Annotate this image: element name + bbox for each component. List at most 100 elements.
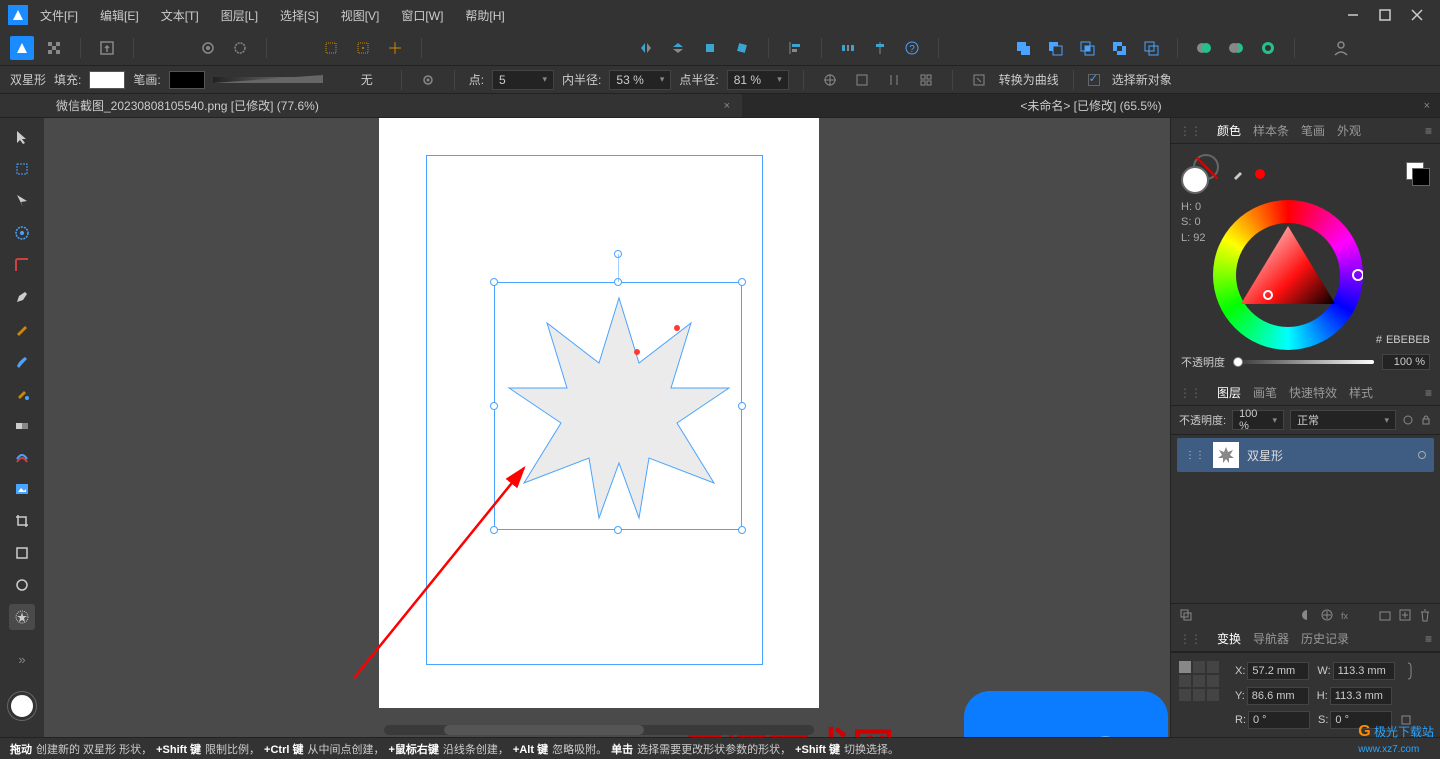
default-colors-icon[interactable] xyxy=(1406,162,1430,186)
selection-handle[interactable] xyxy=(490,278,498,286)
menu-help[interactable]: 帮助[H] xyxy=(465,7,504,24)
minimize-button[interactable] xyxy=(1346,8,1360,22)
fill-tool-icon[interactable] xyxy=(9,380,35,406)
insert-behind-icon[interactable] xyxy=(1224,36,1248,60)
panel-menu-icon[interactable]: ≡ xyxy=(1425,632,1432,646)
rotate-ccw-icon[interactable] xyxy=(698,36,722,60)
canvas[interactable]: 电脑技术网 www.tagxp.com TAG xyxy=(44,118,1170,737)
maximize-button[interactable] xyxy=(1378,8,1392,22)
shape-control-point[interactable] xyxy=(634,349,640,355)
crop-tool-icon[interactable] xyxy=(9,508,35,534)
layer-clip-icon[interactable] xyxy=(1179,608,1193,622)
stroke-width-slider[interactable]: 无 xyxy=(213,77,323,83)
delete-layer-icon[interactable] xyxy=(1418,608,1432,622)
menu-select[interactable]: 选择[S] xyxy=(280,7,319,24)
pen-tool-icon[interactable] xyxy=(9,284,35,310)
snap-grid-icon[interactable] xyxy=(351,36,375,60)
points-dropdown[interactable]: 5▾ xyxy=(492,70,554,90)
tab-transform[interactable]: 变换 xyxy=(1217,630,1241,647)
horizontal-scrollbar[interactable] xyxy=(384,725,814,735)
menu-text[interactable]: 文本[T] xyxy=(161,7,199,24)
mask-icon[interactable] xyxy=(1300,608,1314,622)
tab-swatches[interactable]: 样本条 xyxy=(1253,122,1289,139)
add-layer-icon[interactable] xyxy=(1398,608,1412,622)
tab-brushes[interactable]: 画笔 xyxy=(1253,384,1277,401)
contour-tool-icon[interactable] xyxy=(9,220,35,246)
move-tool-icon[interactable] xyxy=(9,124,35,150)
preferences-icon[interactable] xyxy=(196,36,220,60)
fill-stroke-selector[interactable] xyxy=(1181,154,1221,194)
opacity-value[interactable]: 100 % xyxy=(1382,354,1430,370)
menu-layer[interactable]: 图层[L] xyxy=(221,7,258,24)
boolean-add-icon[interactable] xyxy=(1011,36,1035,60)
distribute-h-icon[interactable] xyxy=(836,36,860,60)
menu-view[interactable]: 视图[V] xyxy=(341,7,380,24)
panel-drag-handle-icon[interactable]: ⋮⋮ xyxy=(1179,386,1201,400)
select-new-checkbox[interactable] xyxy=(1088,74,1100,86)
boolean-xor-icon[interactable] xyxy=(1107,36,1131,60)
tab-color[interactable]: 颜色 xyxy=(1217,122,1241,139)
anchor-point-selector[interactable] xyxy=(1179,661,1219,701)
panel-drag-handle-icon[interactable]: ⋮⋮ xyxy=(1179,124,1201,138)
tab-stroke[interactable]: 笔画 xyxy=(1301,122,1325,139)
close-button[interactable] xyxy=(1410,8,1424,22)
fx-icon[interactable]: fx xyxy=(1340,608,1354,622)
snap-pixels-icon[interactable] xyxy=(319,36,343,60)
star-tool-icon[interactable] xyxy=(9,604,35,630)
flip-horizontal-icon[interactable] xyxy=(634,36,658,60)
layer-opacity-dropdown[interactable]: 100 %▾ xyxy=(1232,410,1284,430)
color-wheel[interactable] xyxy=(1213,200,1363,350)
fill-swatch[interactable] xyxy=(89,71,125,89)
rectangle-tool-icon[interactable] xyxy=(9,540,35,566)
panel-menu-icon[interactable]: ≡ xyxy=(1425,124,1432,138)
expand-tools-icon[interactable]: » xyxy=(9,646,35,672)
artboard-tool-icon[interactable] xyxy=(9,156,35,182)
boolean-intersect-icon[interactable] xyxy=(1075,36,1099,60)
align-options-icon[interactable]: ? xyxy=(900,36,924,60)
menu-window[interactable]: 窗口[W] xyxy=(401,7,443,24)
snap-bounds-icon[interactable] xyxy=(850,68,874,92)
boolean-divide-icon[interactable] xyxy=(1139,36,1163,60)
shape-control-point[interactable] xyxy=(674,325,680,331)
panel-drag-handle-icon[interactable]: ⋮⋮ xyxy=(1179,632,1201,646)
opacity-slider[interactable] xyxy=(1233,360,1374,364)
ellipse-tool-icon[interactable] xyxy=(9,572,35,598)
tab-styles[interactable]: 样式 xyxy=(1349,384,1373,401)
selection-handle[interactable] xyxy=(738,402,746,410)
inner-radius-dropdown[interactable]: 53 %▾ xyxy=(609,70,671,90)
selection-handle[interactable] xyxy=(490,402,498,410)
align-left-icon[interactable] xyxy=(783,36,807,60)
transform-y-input[interactable] xyxy=(1247,687,1309,705)
corner-tool-icon[interactable] xyxy=(9,252,35,278)
smudge-tool-icon[interactable] xyxy=(9,444,35,470)
tab-appearance[interactable]: 外观 xyxy=(1337,122,1361,139)
document-tab-2[interactable]: <未命名> [已修改] (65.5%) × xyxy=(742,94,1440,117)
stroke-swatch[interactable] xyxy=(169,71,205,89)
layer-visibility-icon[interactable] xyxy=(1418,451,1426,459)
tab-1-close-icon[interactable]: × xyxy=(724,100,730,112)
tab-history[interactable]: 历史记录 xyxy=(1301,630,1349,647)
tab-effects[interactable]: 快速特效 xyxy=(1289,384,1337,401)
pencil-tool-icon[interactable] xyxy=(9,316,35,342)
layer-drag-icon[interactable]: ⋮⋮ xyxy=(1185,450,1205,461)
layer-lock-icon[interactable] xyxy=(1420,414,1432,426)
menu-file[interactable]: 文件[F] xyxy=(40,7,78,24)
selection-handle[interactable] xyxy=(738,526,746,534)
gear-icon[interactable] xyxy=(416,68,440,92)
persona-pixel-icon[interactable] xyxy=(42,36,66,60)
convert-curves-label[interactable]: 转换为曲线 xyxy=(999,71,1059,88)
tab-navigator[interactable]: 导航器 xyxy=(1253,630,1289,647)
tab-layers[interactable]: 图层 xyxy=(1217,384,1241,401)
link-wh-icon[interactable] xyxy=(1403,661,1415,681)
transform-h-input[interactable] xyxy=(1330,687,1392,705)
brush-tool-icon[interactable] xyxy=(9,348,35,374)
transform-r-input[interactable] xyxy=(1248,711,1310,729)
menu-edit[interactable]: 编辑[E] xyxy=(100,7,139,24)
persona-designer-icon[interactable] xyxy=(10,36,34,60)
insert-target-icon[interactable] xyxy=(1256,36,1280,60)
hex-value[interactable]: EBEBEB xyxy=(1386,334,1430,346)
convert-curves-icon[interactable] xyxy=(967,68,991,92)
document-tab-1[interactable]: 微信截图_20230808105540.png [已修改] (77.6%) × xyxy=(44,94,742,117)
layer-gear-icon[interactable] xyxy=(1402,414,1414,426)
eyedropper-icon[interactable] xyxy=(1231,167,1245,181)
